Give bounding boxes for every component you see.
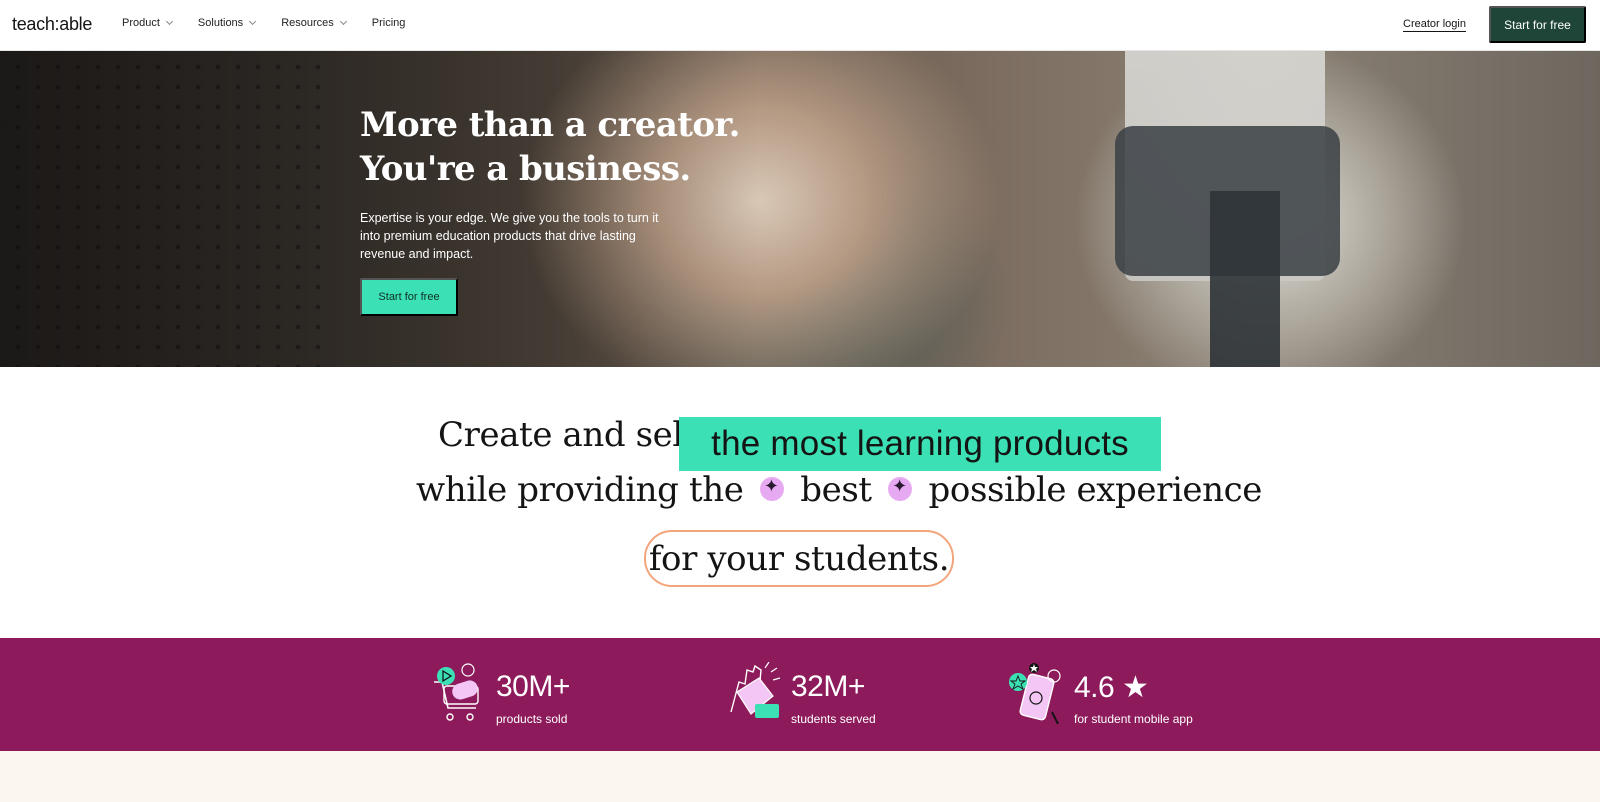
- stats-band: 30M+ products sold 32M+ students served …: [0, 638, 1600, 751]
- top-navigation: teach:able Product Solutions Resources P…: [0, 0, 1600, 51]
- statement-line-1: Create and sell: [438, 415, 694, 455]
- creator-login-link[interactable]: Creator login: [1403, 18, 1466, 32]
- statement-highlight: the most learning products: [679, 417, 1161, 471]
- statement-text: best: [800, 470, 872, 510]
- nav-item-label: Pricing: [371, 17, 406, 29]
- nav-item-label: Solutions: [197, 17, 244, 29]
- nav-item-label: Product: [122, 17, 160, 29]
- hero-title: More than a creator. You're a business.: [360, 103, 780, 191]
- sparkle-icon: [888, 476, 913, 501]
- chevron-down-icon: [249, 17, 257, 26]
- hero-title-line: More than a creator.: [360, 105, 740, 145]
- shopping-cart-icon: [434, 663, 479, 721]
- clapping-hands-icon: [730, 662, 781, 718]
- main-menu: Product Solutions Resources Pricing: [122, 17, 431, 29]
- statement-text: while providing the: [416, 470, 744, 510]
- chevron-down-icon: [339, 17, 347, 26]
- hero-section: More than a creator. You're a business. …: [0, 51, 1600, 367]
- hero-start-for-free-button[interactable]: Start for free: [360, 278, 458, 316]
- next-section-band: [0, 751, 1600, 802]
- nav-item-resources[interactable]: Resources: [281, 17, 347, 29]
- stat-value: 4.6 ★: [1074, 671, 1149, 704]
- hero-subtitle: Expertise is your edge. We give you the …: [360, 211, 659, 261]
- hero-background-phone-stand: [1210, 191, 1280, 367]
- stat-label: products sold: [496, 712, 568, 726]
- statement-text: possible experience: [928, 470, 1263, 510]
- nav-item-product[interactable]: Product: [122, 17, 173, 29]
- nav-item-pricing[interactable]: Pricing: [372, 17, 406, 29]
- start-for-free-button[interactable]: Start for free: [1489, 6, 1586, 43]
- nav-item-solutions[interactable]: Solutions: [197, 17, 257, 29]
- sparkle-icon: [759, 476, 784, 501]
- hero-title-line: You're a business.: [360, 149, 691, 189]
- stat-label: students served: [791, 712, 876, 726]
- chevron-down-icon: [165, 17, 173, 26]
- statement-outlined-phrase: for your students.: [644, 530, 954, 587]
- stat-label: for student mobile app: [1074, 712, 1193, 726]
- nav-item-label: Resources: [281, 17, 334, 29]
- teachable-logo[interactable]: teach:able: [12, 14, 92, 35]
- stat-value: 30M+: [496, 670, 570, 703]
- statement-line-2: while providing the best possible experi…: [416, 470, 1262, 510]
- stat-value: 32M+: [791, 670, 865, 703]
- mobile-app-icon: [1009, 663, 1061, 724]
- value-statement-section: Create and sell the most learning produc…: [0, 367, 1600, 638]
